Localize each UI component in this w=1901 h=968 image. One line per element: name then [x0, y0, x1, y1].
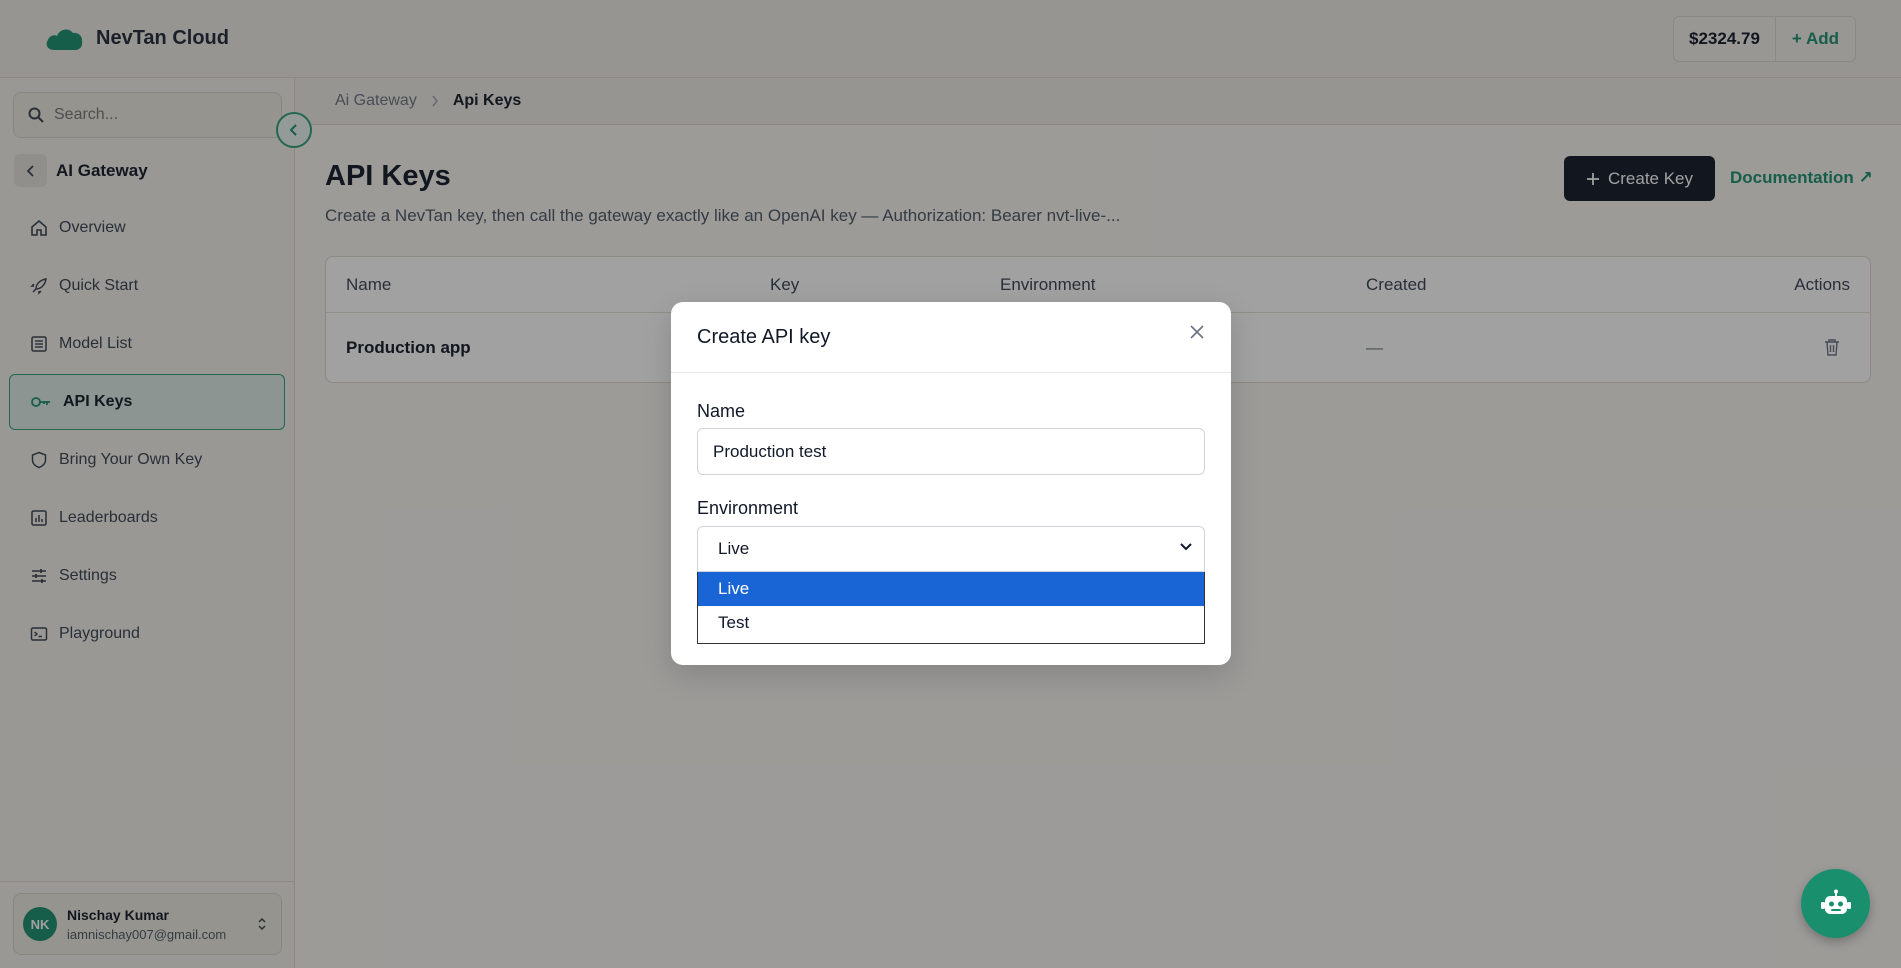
dialog-header: Create API key — [671, 302, 1231, 373]
name-label: Name — [697, 401, 746, 421]
name-field[interactable]: Production test — [697, 428, 1205, 475]
close-button[interactable] — [1189, 324, 1205, 345]
robot-icon — [1820, 889, 1851, 914]
environment-selected-value: Live — [718, 539, 750, 558]
environment-select[interactable]: Live — [697, 526, 1205, 572]
assistant-bot-button[interactable] — [1801, 869, 1870, 938]
create-api-key-dialog: Create API key Name Production test Envi… — [671, 302, 1231, 665]
environment-label: Environment — [697, 498, 799, 518]
chevron-down-icon — [1180, 543, 1192, 551]
environment-options: Live Test — [697, 572, 1205, 644]
option-live[interactable]: Live — [698, 572, 1204, 606]
dialog-title: Create API key — [697, 326, 831, 348]
close-icon — [1190, 325, 1204, 339]
option-test[interactable]: Test — [698, 606, 1204, 640]
